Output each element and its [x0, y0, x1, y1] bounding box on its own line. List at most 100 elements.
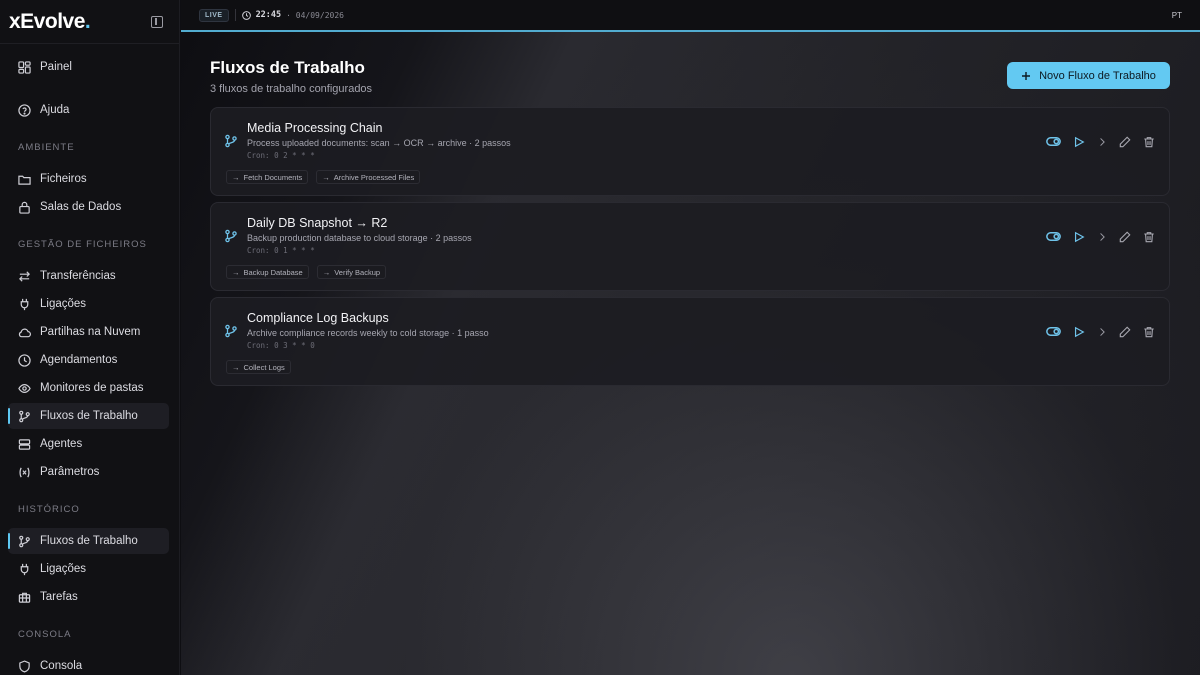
page-title: Fluxos de Trabalho	[210, 58, 365, 77]
sidebar-item-parametros[interactable]: Parâmetros	[8, 459, 169, 485]
plus-icon	[1022, 71, 1031, 80]
workflow-cron: Cron: 0 3 * * 0	[247, 341, 315, 350]
sidebar-nav: Painel Ajuda AMBIENTE Ficheiros Salas de…	[0, 44, 179, 675]
play-icon[interactable]	[1073, 136, 1085, 148]
clock-date: · 04/09/2026	[286, 10, 344, 20]
workflow-icon	[225, 324, 237, 338]
folder-icon	[18, 175, 31, 185]
arrow-right-icon: →	[322, 267, 331, 277]
step-chip: → Fetch Documents	[226, 170, 309, 184]
sidebar-item-label: Monitores de pastas	[40, 382, 144, 394]
toggle-icon[interactable]	[1046, 324, 1061, 339]
workflow-icon	[225, 134, 237, 148]
step-chip: → Backup Database	[226, 265, 309, 279]
step-label: Collect Logs	[243, 362, 285, 372]
sidebar-item-agentes[interactable]: Agentes	[8, 431, 169, 457]
workflow-steps: → Collect Logs	[226, 360, 291, 374]
toggle-icon[interactable]	[1046, 229, 1061, 244]
sidebar-item-historico-fluxos[interactable]: Fluxos de Trabalho	[8, 528, 169, 554]
workflow-cron: Cron: 0 1 * * *	[247, 246, 315, 255]
step-label: Fetch Documents	[243, 172, 303, 182]
sidebar-item-label: Ficheiros	[40, 173, 87, 185]
sidebar-item-painel[interactable]: Painel	[8, 54, 169, 80]
clock: 22:45 · 04/09/2026	[241, 10, 344, 20]
step-chip: → Verify Backup	[316, 265, 387, 279]
workflow-cron: Cron: 0 2 * * *	[247, 151, 315, 160]
server-icon	[18, 438, 31, 450]
sidebar-item-label: Partilhas na Nuvem	[40, 326, 141, 338]
sidebar-collapse-icon[interactable]	[151, 15, 163, 28]
eye-icon	[18, 383, 31, 393]
workflow-card[interactable]: Daily DB Snapshot → R2 Backup production…	[210, 202, 1170, 291]
chevron-right-icon[interactable]	[1097, 137, 1107, 147]
sidebar-item-label: Tarefas	[40, 591, 78, 603]
trash-icon[interactable]	[1143, 326, 1155, 338]
chevron-right-icon[interactable]	[1097, 232, 1107, 242]
top-bar: LIVE 22:45 · 04/09/2026 PT	[181, 0, 1200, 30]
edit-icon[interactable]	[1119, 135, 1131, 148]
toggle-icon[interactable]	[1046, 134, 1061, 149]
workflow-list: Media Processing Chain Process uploaded …	[210, 107, 1170, 392]
cloud-icon	[18, 328, 31, 337]
sidebar-item-label: Salas de Dados	[40, 201, 122, 213]
sidebar-item-ligacoes[interactable]: Ligações	[8, 291, 169, 317]
workflow-actions	[1046, 229, 1155, 244]
workflow-info: Compliance Log Backups Archive complianc…	[247, 311, 489, 350]
sidebar-item-tarefas[interactable]: Tarefas	[8, 584, 169, 610]
sidebar-item-label: Fluxos de Trabalho	[40, 410, 138, 422]
language-switch[interactable]: PT	[1172, 11, 1182, 20]
workflow-icon	[225, 229, 237, 243]
sidebar-item-historico-ligacoes[interactable]: Ligações	[8, 556, 169, 582]
arrow-right-icon: →	[232, 172, 240, 182]
plug-icon	[20, 563, 29, 575]
workflow-title: Compliance Log Backups	[247, 311, 389, 325]
sidebar-item-agendamentos[interactable]: Agendamentos	[8, 347, 169, 373]
sidebar-item-label: Parâmetros	[40, 466, 100, 478]
chevron-right-icon[interactable]	[1097, 327, 1107, 337]
shield-icon	[19, 659, 30, 673]
sidebar-item-label: Agendamentos	[40, 354, 118, 366]
clock-icon	[241, 10, 251, 20]
edit-icon[interactable]	[1119, 230, 1131, 243]
section-title-ambiente: AMBIENTE	[18, 141, 75, 153]
sidebar-item-partilhas-nuvem[interactable]: Partilhas na Nuvem	[8, 319, 169, 345]
trash-icon[interactable]	[1143, 231, 1155, 243]
page-subtitle: 3 fluxos de trabalho configurados	[210, 83, 373, 95]
sidebar-item-label: Painel	[40, 61, 72, 73]
lock-icon	[19, 201, 30, 214]
sidebar: xEvolve. Painel Ajuda AMBIENTE Ficheiros…	[0, 0, 180, 675]
sidebar-item-label: Agentes	[40, 438, 83, 450]
sidebar-item-ficheiros[interactable]: Ficheiros	[8, 166, 169, 192]
new-workflow-button[interactable]: Novo Fluxo de Trabalho	[1007, 62, 1170, 89]
sidebar-item-transferencias[interactable]: Transferências	[8, 263, 169, 289]
sidebar-item-label: Ajuda	[40, 104, 70, 116]
workflow-card[interactable]: Media Processing Chain Process uploaded …	[210, 107, 1170, 196]
workflow-steps: → Backup Database → Verify Backup	[226, 265, 387, 279]
sidebar-item-label: Ligações	[40, 298, 87, 310]
workflow-description: Process uploaded documents: scan → OCR →…	[247, 138, 511, 148]
help-icon	[18, 103, 31, 117]
edit-icon[interactable]	[1119, 325, 1131, 338]
workflow-icon	[19, 410, 30, 422]
sidebar-item-monitores[interactable]: Monitores de pastas	[8, 375, 169, 401]
main-content: Fluxos de Trabalho 3 fluxos de trabalho …	[181, 32, 1200, 675]
sidebar-item-consola[interactable]: Consola	[8, 653, 169, 675]
divider	[234, 9, 236, 21]
arrow-right-icon: →	[232, 267, 240, 277]
workflow-title: Media Processing Chain	[247, 121, 383, 135]
sidebar-item-salas-de-dados[interactable]: Salas de Dados	[8, 194, 169, 220]
workflow-actions	[1046, 134, 1155, 149]
play-icon[interactable]	[1073, 326, 1085, 338]
step-chip: → Archive Processed Files	[316, 170, 421, 184]
trash-icon[interactable]	[1143, 136, 1155, 148]
section-title-historico: HISTÓRICO	[18, 503, 80, 515]
workflow-card[interactable]: Compliance Log Backups Archive complianc…	[210, 297, 1170, 386]
sidebar-item-ajuda[interactable]: Ajuda	[8, 97, 169, 123]
sidebar-item-label: Fluxos de Trabalho	[40, 535, 138, 547]
section-title-gestao: GESTÃO DE FICHEIROS	[18, 238, 147, 250]
sidebar-item-fluxos[interactable]: Fluxos de Trabalho	[8, 403, 169, 429]
play-icon[interactable]	[1073, 231, 1085, 243]
logo[interactable]: xEvolve.	[9, 10, 91, 34]
step-label: Archive Processed Files	[333, 172, 415, 182]
transfer-icon	[19, 270, 30, 282]
